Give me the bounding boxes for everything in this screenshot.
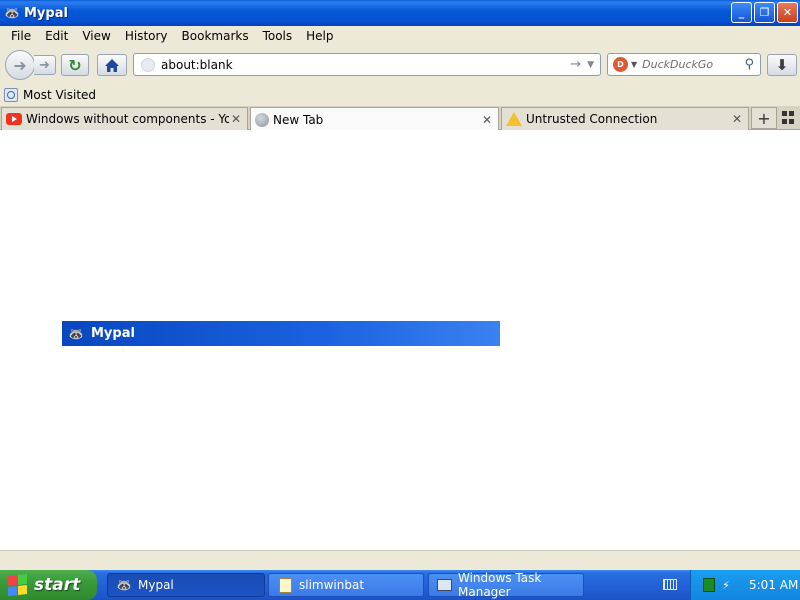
arrow-left-icon: ➜ <box>13 55 27 75</box>
tab-strip: Windows without components - YouTube ✕ N… <box>0 106 800 131</box>
task-mypal[interactable]: 🦝 Mypal <box>107 573 265 597</box>
search-placeholder[interactable]: DuckDuckGo <box>642 58 744 71</box>
menu-edit[interactable]: Edit <box>38 29 75 43</box>
url-text[interactable]: about:blank <box>161 58 570 72</box>
bookmark-most-visited[interactable]: Most Visited <box>23 88 96 102</box>
start-label: start <box>34 575 81 595</box>
menu-bookmarks[interactable]: Bookmarks <box>175 29 256 43</box>
start-button[interactable]: start <box>0 570 97 600</box>
globe-icon <box>255 112 269 127</box>
folder-icon <box>277 577 293 593</box>
tab-close-icon[interactable]: ✕ <box>480 113 494 127</box>
menu-file[interactable]: File <box>4 29 38 43</box>
banner-title: Mypal <box>91 326 135 341</box>
search-icon[interactable]: ⚲ <box>744 57 754 72</box>
back-button[interactable]: ➜ <box>5 50 35 80</box>
tab-new-tab[interactable]: New Tab ✕ <box>250 107 499 131</box>
page-content[interactable]: 🦝 Mypal <box>0 130 800 550</box>
mypal-window-banner[interactable]: 🦝 Mypal <box>62 321 500 346</box>
grid-icon-cell <box>789 119 794 124</box>
task-windows-task-manager[interactable]: Windows Task Manager <box>428 571 584 599</box>
history-dropdown-icon[interactable]: ▼ <box>587 60 594 70</box>
mypal-raccoon-icon: 🦝 <box>116 578 132 592</box>
window-title: Mypal <box>24 5 68 21</box>
tab-untrusted-connection[interactable]: Untrusted Connection ✕ <box>501 107 749 130</box>
address-bar[interactable]: about:blank → ▼ <box>133 53 601 76</box>
menu-history[interactable]: History <box>118 29 175 43</box>
grid-icon <box>782 111 787 116</box>
go-arrow-icon[interactable]: → <box>570 57 581 72</box>
taskbar: start 🦝 Mypal slimwinbat Windows Task Ma… <box>0 570 800 600</box>
mypal-raccoon-icon: 🦝 <box>68 326 84 341</box>
task-label: slimwinbat <box>299 578 365 592</box>
window-title-bar[interactable]: 🦝 Mypal _ ❐ ✕ <box>0 0 800 26</box>
bookmarks-toolbar: Most Visited <box>0 84 800 106</box>
reload-icon: ↻ <box>68 55 82 75</box>
home-button[interactable] <box>97 54 127 76</box>
menu-bar: File Edit View History Bookmarks Tools H… <box>0 26 800 46</box>
downloads-button[interactable]: ⬇ <box>767 54 797 76</box>
grid-icon-cell <box>782 119 787 124</box>
youtube-icon <box>6 113 22 125</box>
home-icon <box>105 58 119 72</box>
menu-help[interactable]: Help <box>299 29 340 43</box>
restore-button[interactable]: ❐ <box>754 2 775 23</box>
list-all-tabs-button[interactable] <box>782 111 796 125</box>
search-bar[interactable]: D ▼ DuckDuckGo ⚲ <box>607 53 761 76</box>
tab-label: Untrusted Connection <box>526 112 658 126</box>
tab-close-icon[interactable]: ✕ <box>229 112 243 126</box>
navigation-toolbar: ➜ ➜ ↻ about:blank → ▼ D ▼ DuckDuckGo ⚲ ⬇ <box>0 46 800 84</box>
mypal-raccoon-icon[interactable]: 🦝 <box>4 5 20 21</box>
network-icon[interactable]: ⚡ <box>719 578 733 592</box>
new-tab-button[interactable]: + <box>751 107 777 129</box>
status-bar <box>0 550 800 570</box>
plus-icon: + <box>757 108 771 128</box>
tab-label: New Tab <box>273 112 324 127</box>
keyboard-icon[interactable] <box>663 579 677 590</box>
grid-icon-cell <box>789 111 794 116</box>
tab-label: Windows without components - YouTube <box>26 112 229 126</box>
duckduckgo-icon[interactable]: D <box>613 57 628 72</box>
system-tray: ⚡ 5:01 AM <box>690 570 800 600</box>
warning-icon <box>506 112 522 126</box>
task-slimwinbat[interactable]: slimwinbat <box>268 573 424 597</box>
task-label: Mypal <box>138 578 174 592</box>
arrow-right-icon: ➜ <box>39 57 50 73</box>
file-icon <box>278 577 292 593</box>
clock[interactable]: 5:01 AM <box>749 578 798 592</box>
reload-button[interactable]: ↻ <box>61 54 89 76</box>
task-label: Windows Task Manager <box>458 571 542 599</box>
close-button[interactable]: ✕ <box>777 2 798 23</box>
download-arrow-icon: ⬇ <box>775 56 789 74</box>
minimize-button[interactable]: _ <box>731 2 752 23</box>
site-identity-icon[interactable] <box>141 57 155 72</box>
chevron-down-icon[interactable]: ▼ <box>631 60 637 69</box>
battery-icon[interactable] <box>703 578 715 592</box>
most-visited-icon[interactable] <box>4 88 18 102</box>
menu-tools[interactable]: Tools <box>256 29 300 43</box>
window-controls: _ ❐ ✕ <box>731 2 798 23</box>
tab-youtube[interactable]: Windows without components - YouTube ✕ <box>1 107 248 130</box>
menu-view[interactable]: View <box>75 29 117 43</box>
forward-button[interactable]: ➜ <box>34 55 56 75</box>
task-manager-icon <box>437 577 452 593</box>
tab-close-icon[interactable]: ✕ <box>730 112 744 126</box>
monitor-icon <box>437 579 452 591</box>
windows-logo-icon <box>8 574 28 597</box>
